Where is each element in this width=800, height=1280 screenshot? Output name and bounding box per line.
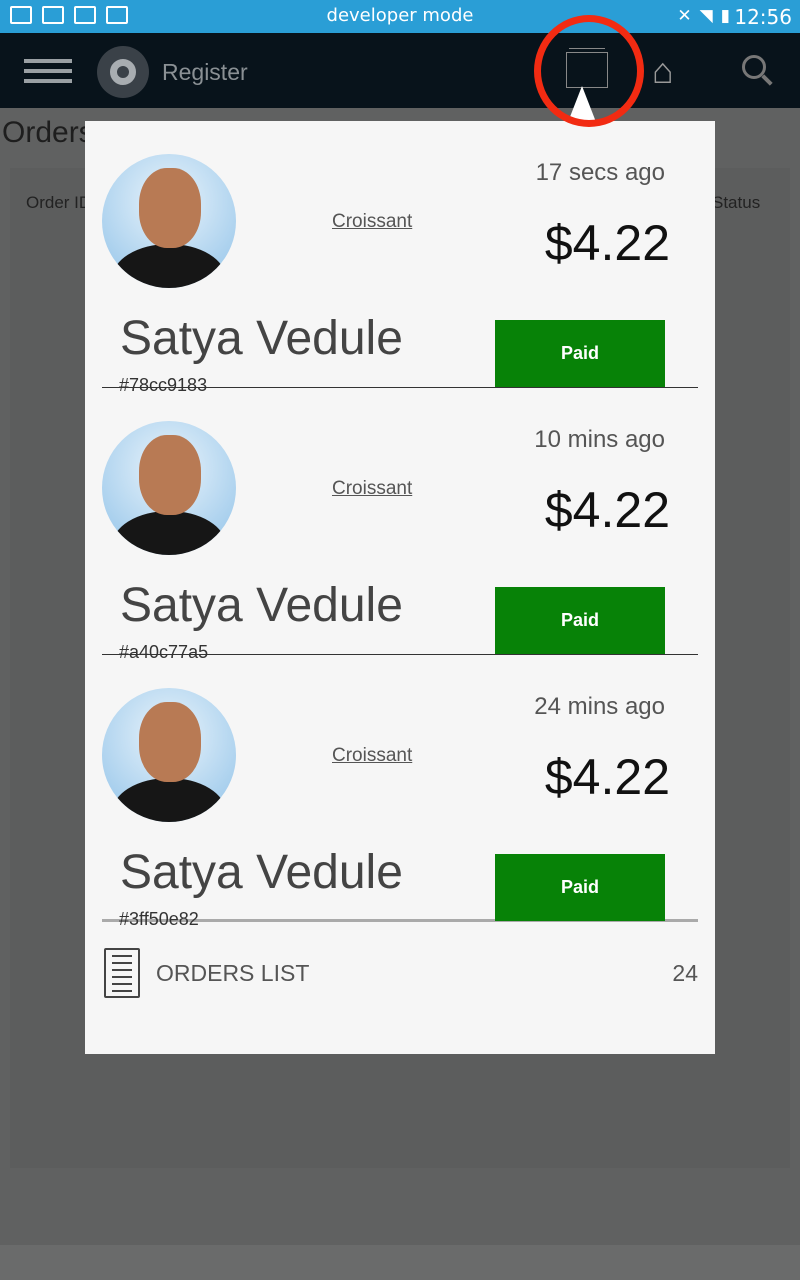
item-link[interactable]: Croissant — [332, 211, 412, 233]
status-badge[interactable]: Paid — [495, 320, 665, 387]
orders-list-label: ORDERS LIST — [156, 960, 310, 986]
logo-icon — [97, 46, 149, 98]
order-price: $4.22 — [544, 749, 670, 805]
customer-name: Satya Vedule — [120, 579, 403, 632]
orders-list-link[interactable]: ORDERS LIST 24 — [102, 922, 698, 1022]
item-link[interactable]: Croissant — [332, 478, 412, 500]
status-bar: developer mode ✕ ◥ ▮ 12:56 — [0, 0, 800, 33]
order-time: 24 mins ago — [534, 693, 665, 720]
orders-count: 24 — [672, 960, 698, 986]
highlight-ring — [534, 15, 644, 127]
home-icon[interactable]: ⌂ — [652, 53, 674, 89]
orders-popup: Croissant 17 secs ago $4.22 Satya Vedule… — [85, 121, 715, 1054]
avatar — [102, 421, 236, 555]
order-price: $4.22 — [544, 215, 670, 271]
order-item[interactable]: Croissant 10 mins ago $4.22 Satya Vedule… — [102, 388, 698, 662]
item-link[interactable]: Croissant — [332, 745, 412, 767]
column-order-id: Order ID — [26, 193, 92, 212]
status-badge[interactable]: Paid — [495, 854, 665, 921]
clock: 12:56 — [734, 5, 792, 29]
bottom-bar — [0, 1245, 800, 1280]
column-status: Status — [712, 193, 761, 212]
order-item[interactable]: Croissant 17 secs ago $4.22 Satya Vedule… — [102, 121, 698, 395]
system-icons: ✕ ◥ ▮ — [677, 6, 730, 26]
order-price: $4.22 — [544, 482, 670, 538]
menu-icon[interactable] — [24, 59, 72, 83]
app-bar: Register ⌂ — [0, 33, 800, 108]
avatar — [102, 688, 236, 822]
document-icon — [104, 948, 140, 998]
avatar — [102, 154, 236, 288]
order-time: 17 secs ago — [535, 159, 665, 186]
wifi-icon: ◥ — [699, 6, 713, 26]
mute-icon: ✕ — [677, 6, 692, 26]
order-time: 10 mins ago — [534, 426, 665, 453]
order-item[interactable]: Croissant 24 mins ago $4.22 Satya Vedule… — [102, 655, 698, 929]
status-badge[interactable]: Paid — [495, 587, 665, 654]
page-title: Orders — [2, 116, 94, 149]
battery-icon: ▮ — [720, 6, 730, 26]
app-title: Register — [162, 59, 248, 85]
search-icon[interactable] — [742, 55, 766, 79]
customer-name: Satya Vedule — [120, 846, 403, 899]
customer-name: Satya Vedule — [120, 312, 403, 365]
